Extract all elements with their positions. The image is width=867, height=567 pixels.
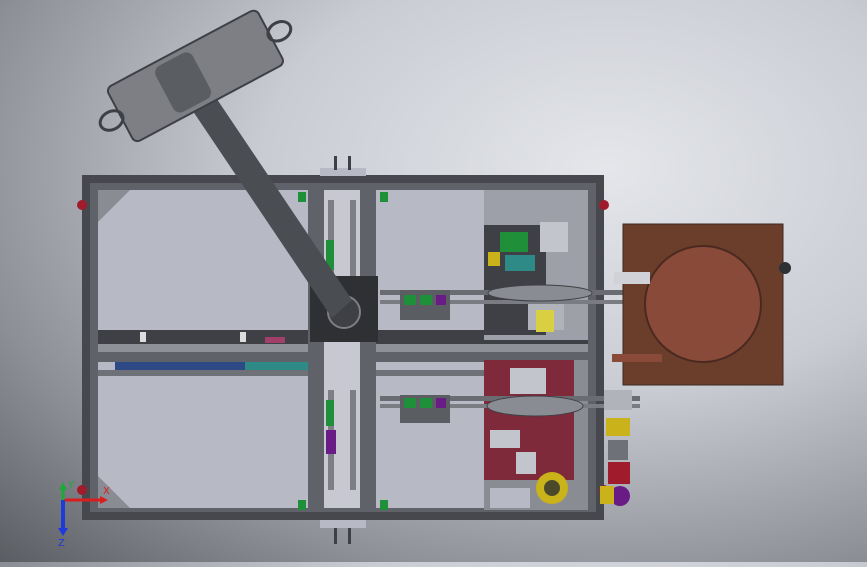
y-axis-head — [59, 482, 67, 490]
motor-box — [612, 223, 791, 386]
z-axis-head — [58, 528, 68, 536]
cad-viewport[interactable]: X Y Z — [0, 0, 867, 562]
y-axis-label: Y — [67, 480, 75, 491]
vertical-rails — [308, 190, 376, 508]
right-side-valves — [600, 390, 632, 506]
x-axis-head — [100, 496, 108, 504]
z-axis-label: Z — [58, 538, 65, 549]
orientation-triad-icon: X Y Z — [58, 480, 110, 549]
machine-assembly-top-view[interactable] — [0, 0, 867, 562]
motor-disk — [644, 245, 762, 363]
x-axis-label: X — [103, 486, 110, 497]
